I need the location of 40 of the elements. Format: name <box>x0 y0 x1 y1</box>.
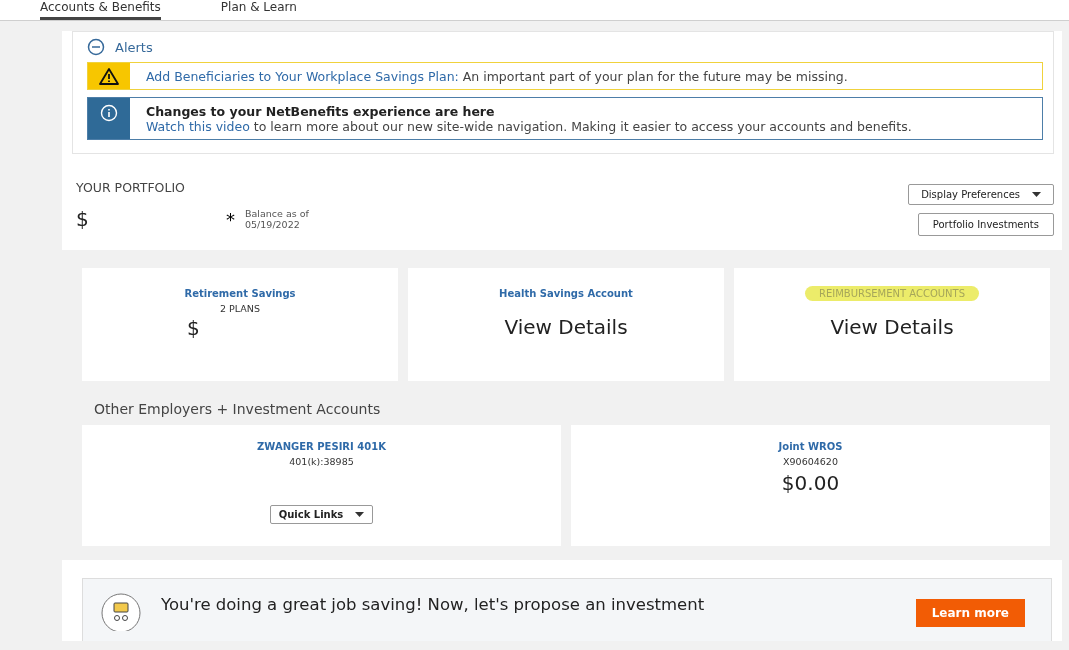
plan-count: 2 PLANS <box>220 303 260 314</box>
account-title[interactable]: Joint WROS <box>764 439 857 454</box>
balance-date: 05/19/2022 <box>245 219 301 230</box>
view-details-link[interactable]: View Details <box>504 315 628 339</box>
quick-links-button[interactable]: Quick Links <box>269 505 374 524</box>
alert-text: Add Beneficiaries to Your Workplace Savings Plan: An important part of your plan for the future may be missing. <box>146 69 848 84</box>
alert-link[interactable]: Watch this video <box>146 119 250 134</box>
account-card[interactable]: REIMBURSEMENT ACCOUNTS View Details <box>734 268 1050 381</box>
alerts-title[interactable]: Alerts <box>115 39 153 55</box>
section-title: Other Employers + Investment Accounts <box>94 401 382 417</box>
account-card[interactable]: Retirement Savings 2 PLANS $ <box>82 268 398 381</box>
info-icon <box>100 104 118 122</box>
caret-icon <box>1032 192 1041 197</box>
balance-amount: $ <box>76 207 90 231</box>
account-number: X90604620 <box>783 456 838 467</box>
advisor-icon <box>99 591 143 631</box>
balance-label: Balance as of <box>245 208 309 219</box>
dropdown-button[interactable]: Display Preferences <box>908 184 1054 205</box>
portfolio-title: YOUR PORTFOLIO <box>76 180 186 195</box>
warning-icon <box>99 67 119 85</box>
asterisk: * <box>226 208 235 230</box>
account-title[interactable]: ZWANGER PESIRI 401K <box>243 439 400 454</box>
account-amount: $0.00 <box>781 471 840 495</box>
account-title[interactable]: Health Savings Account <box>485 286 647 301</box>
alert-text: Watch this video to learn more about our new site-wide navigation. Making it easier to access your accounts and benefits. <box>146 119 912 134</box>
account-card[interactable]: Joint WROS X90604620 $0.00 <box>571 425 1050 546</box>
portfolio-button[interactable]: Portfolio Investments <box>917 213 1054 236</box>
nav-tab[interactable]: Plan & Learn <box>220 0 297 20</box>
banner-text: You're doing a great job saving! Now, let's propose an investment <box>161 595 706 614</box>
view-details-link[interactable]: View Details <box>830 315 954 339</box>
account-card[interactable]: Health Savings Account View Details <box>408 268 724 381</box>
account-amount: $ <box>187 316 200 340</box>
nav-tab[interactable]: Accounts & Benefits <box>40 0 161 20</box>
alert-link[interactable]: Add Beneficiaries to Your Workplace Savings Plan: <box>146 69 459 84</box>
alert-heading: Changes to your NetBenefits experience are here <box>146 104 496 119</box>
collapse-icon[interactable] <box>87 38 105 56</box>
account-card[interactable]: ZWANGER PESIRI 401K 401(k):38985 Quick Links <box>82 425 561 546</box>
caret-icon <box>355 512 365 517</box>
account-title[interactable]: Retirement Savings <box>170 286 310 301</box>
account-number: 401(k):38985 <box>289 456 354 467</box>
